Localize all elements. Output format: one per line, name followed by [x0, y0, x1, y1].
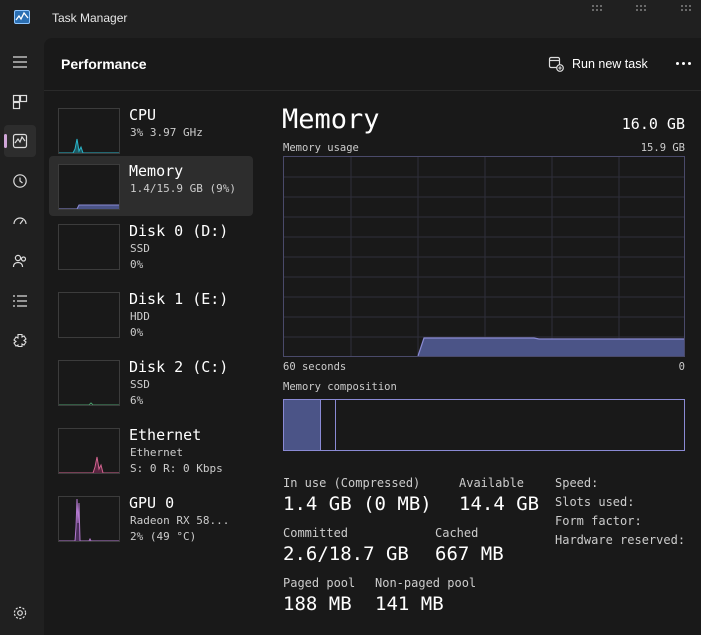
committed-value: 2.6/18.7 GB	[283, 543, 409, 565]
device-usage: 6%	[130, 394, 144, 407]
available-value: 14.4 GB	[459, 493, 540, 515]
cpu-thumbnail	[58, 108, 120, 154]
device-detail: HDD	[130, 310, 150, 323]
disk-0-thumbnail	[58, 224, 120, 270]
device-disk-0[interactable]: Disk 0 (D:) SSD 0%	[49, 216, 253, 276]
run-new-task-label: Run new task	[572, 57, 648, 71]
speed-label: Speed:	[555, 476, 599, 490]
performance-icon	[12, 133, 28, 149]
close-button[interactable]	[679, 2, 693, 16]
page-title: Performance	[61, 56, 147, 72]
device-memory[interactable]: Memory 1.4/15.9 GB (9%)	[49, 156, 253, 216]
cached-label: Cached	[435, 526, 479, 540]
hardware-reserved-label: Hardware reserved:	[555, 533, 686, 547]
device-detail: 1.4/15.9 GB (9%)	[130, 182, 236, 195]
disk-1-thumbnail	[58, 292, 120, 338]
device-usage: 2% (49 °C)	[130, 530, 197, 543]
device-detail: SSD	[130, 242, 150, 255]
device-detail: 3% 3.97 GHz	[130, 126, 203, 139]
task-manager-app-icon	[14, 10, 30, 24]
device-disk-1[interactable]: Disk 1 (E:) HDD 0%	[49, 284, 253, 344]
device-cpu[interactable]: CPU 3% 3.97 GHz	[49, 100, 253, 160]
app-history-icon	[13, 174, 27, 188]
nav-users[interactable]	[4, 245, 36, 277]
run-new-task-icon	[548, 56, 564, 72]
device-name: Disk 1 (E:)	[129, 290, 229, 308]
detail-title: Memory	[282, 104, 380, 135]
device-gpu-0[interactable]: GPU 0 Radeon RX 58... 2% (49 °C)	[49, 488, 253, 548]
title-bar: Task Manager	[0, 0, 701, 38]
nav-app-history[interactable]	[4, 165, 36, 197]
total-memory: 16.0 GB	[621, 115, 685, 133]
non-paged-pool-label: Non-paged pool	[375, 576, 477, 590]
slots-used-label: Slots used:	[555, 495, 635, 509]
non-paged-pool-value: 141 MB	[375, 593, 444, 615]
memory-composition-bar	[283, 399, 685, 451]
device-detail: Ethernet	[130, 446, 183, 459]
device-name: Disk 2 (C:)	[129, 358, 229, 376]
device-ethernet[interactable]: Ethernet Ethernet S: 0 R: 0 Kbps	[49, 420, 253, 480]
users-icon	[12, 254, 27, 268]
memory-usage-max: 15.9 GB	[640, 142, 685, 154]
run-new-task-button[interactable]: Run new task	[548, 53, 648, 75]
header-divider	[44, 90, 701, 91]
hamburger-icon	[13, 56, 27, 68]
nav-services[interactable]	[4, 325, 36, 357]
nav-rail	[0, 38, 40, 635]
committed-label: Committed	[283, 526, 349, 540]
services-icon	[13, 333, 27, 348]
hamburger-menu-button[interactable]	[4, 46, 36, 78]
details-icon	[13, 295, 27, 307]
more-dot-icon	[675, 61, 679, 65]
paged-pool-value: 188 MB	[283, 593, 352, 615]
composition-modified	[321, 400, 336, 450]
device-name: CPU	[129, 106, 157, 124]
maximize-button[interactable]	[634, 2, 648, 16]
nav-settings[interactable]	[4, 597, 36, 629]
gpu-0-thumbnail	[58, 496, 120, 542]
nav-processes[interactable]	[4, 86, 36, 118]
window-title: Task Manager	[52, 11, 128, 25]
device-name: Memory	[129, 162, 184, 180]
in-use-label: In use (Compressed)	[283, 476, 421, 490]
device-name: Disk 0 (D:)	[129, 222, 229, 240]
cached-value: 667 MB	[435, 543, 504, 565]
memory-usage-graph	[283, 156, 685, 357]
device-disk-2[interactable]: Disk 2 (C:) SSD 6%	[49, 352, 253, 412]
more-options-button[interactable]	[672, 52, 694, 74]
processes-icon	[12, 94, 28, 110]
memory-thumbnail	[58, 164, 120, 210]
nav-performance[interactable]	[4, 125, 36, 157]
composition-in-use	[284, 400, 321, 450]
startup-icon	[13, 217, 27, 225]
settings-icon	[13, 606, 27, 620]
device-usage: S: 0 R: 0 Kbps	[130, 462, 223, 475]
memory-usage-label: Memory usage	[283, 142, 359, 154]
graph-time-right: 0	[678, 361, 685, 373]
disk-2-thumbnail	[58, 360, 120, 406]
memory-composition-label: Memory composition	[283, 381, 397, 393]
ethernet-thumbnail	[58, 428, 120, 474]
nav-details[interactable]	[4, 285, 36, 317]
nav-startup-apps[interactable]	[4, 205, 36, 237]
available-label: Available	[459, 476, 525, 490]
form-factor-label: Form factor:	[555, 514, 642, 528]
device-name: Ethernet	[129, 426, 202, 444]
main-panel: Performance Run new task CPU 3% 3.97 GHz…	[44, 38, 701, 635]
device-detail: SSD	[130, 378, 150, 391]
minimize-button[interactable]	[590, 2, 604, 16]
device-name: GPU 0	[129, 494, 175, 512]
graph-time-left: 60 seconds	[283, 361, 347, 373]
in-use-value: 1.4 GB (0 MB)	[283, 493, 432, 515]
device-usage: 0%	[130, 326, 144, 339]
device-detail: Radeon RX 58...	[130, 514, 230, 527]
device-usage: 0%	[130, 258, 144, 271]
paged-pool-label: Paged pool	[283, 576, 356, 590]
